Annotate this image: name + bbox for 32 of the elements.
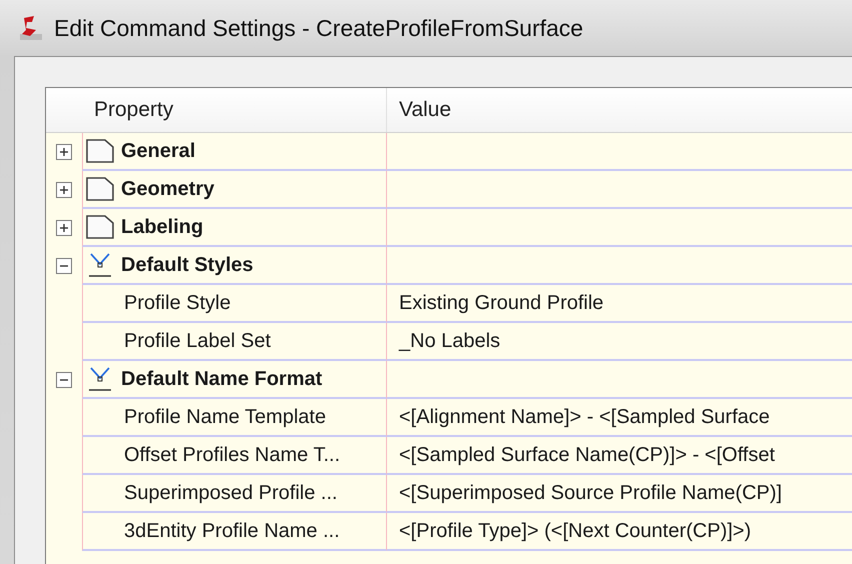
property-name: Profile Name Template	[124, 406, 326, 428]
property-name: Profile Style	[124, 292, 231, 314]
category-label: Default Name Format	[121, 368, 322, 390]
plus-icon	[59, 185, 69, 195]
window-title: Edit Command Settings - CreateProfileFromSurface	[54, 14, 584, 42]
property-value[interactable]: _No Labels	[399, 330, 500, 352]
column-header[interactable]: Property	[82, 88, 387, 132]
page-icon	[85, 138, 115, 164]
category-label: General	[121, 140, 196, 162]
plus-icon	[59, 223, 69, 233]
expand-toggle[interactable]	[56, 144, 72, 160]
property-value[interactable]: <[Sampled Surface Name(CP)]> - <[Offset	[399, 444, 775, 466]
property-value[interactable]: <[Superimposed Source Profile Name(CP)]	[399, 482, 782, 504]
property-name: Offset Profiles Name T...	[124, 444, 340, 466]
category-label: Labeling	[121, 216, 204, 238]
category-label: Default Styles	[121, 254, 254, 276]
collapse-toggle[interactable]	[56, 258, 72, 274]
category-label: Geometry	[121, 178, 214, 200]
app-icon	[18, 14, 44, 42]
column-header[interactable]: Value	[387, 88, 852, 132]
collapse-toggle[interactable]	[56, 372, 72, 388]
expand-toggle[interactable]	[56, 182, 72, 198]
property-value[interactable]: Existing Ground Profile	[399, 292, 604, 314]
expand-toggle[interactable]	[56, 220, 72, 236]
property-name: Profile Label Set	[124, 330, 271, 352]
property-name: 3dEntity Profile Name ...	[124, 520, 340, 542]
plus-icon	[59, 147, 69, 157]
property-name: Superimposed Profile ...	[124, 482, 338, 504]
property-value[interactable]: <[Alignment Name]> - <[Sampled Surface	[399, 406, 770, 428]
page-icon	[85, 214, 115, 240]
page-icon	[85, 176, 115, 202]
property-value[interactable]: <[Profile Type]> (<[Next Counter(CP)]>)	[399, 520, 752, 542]
